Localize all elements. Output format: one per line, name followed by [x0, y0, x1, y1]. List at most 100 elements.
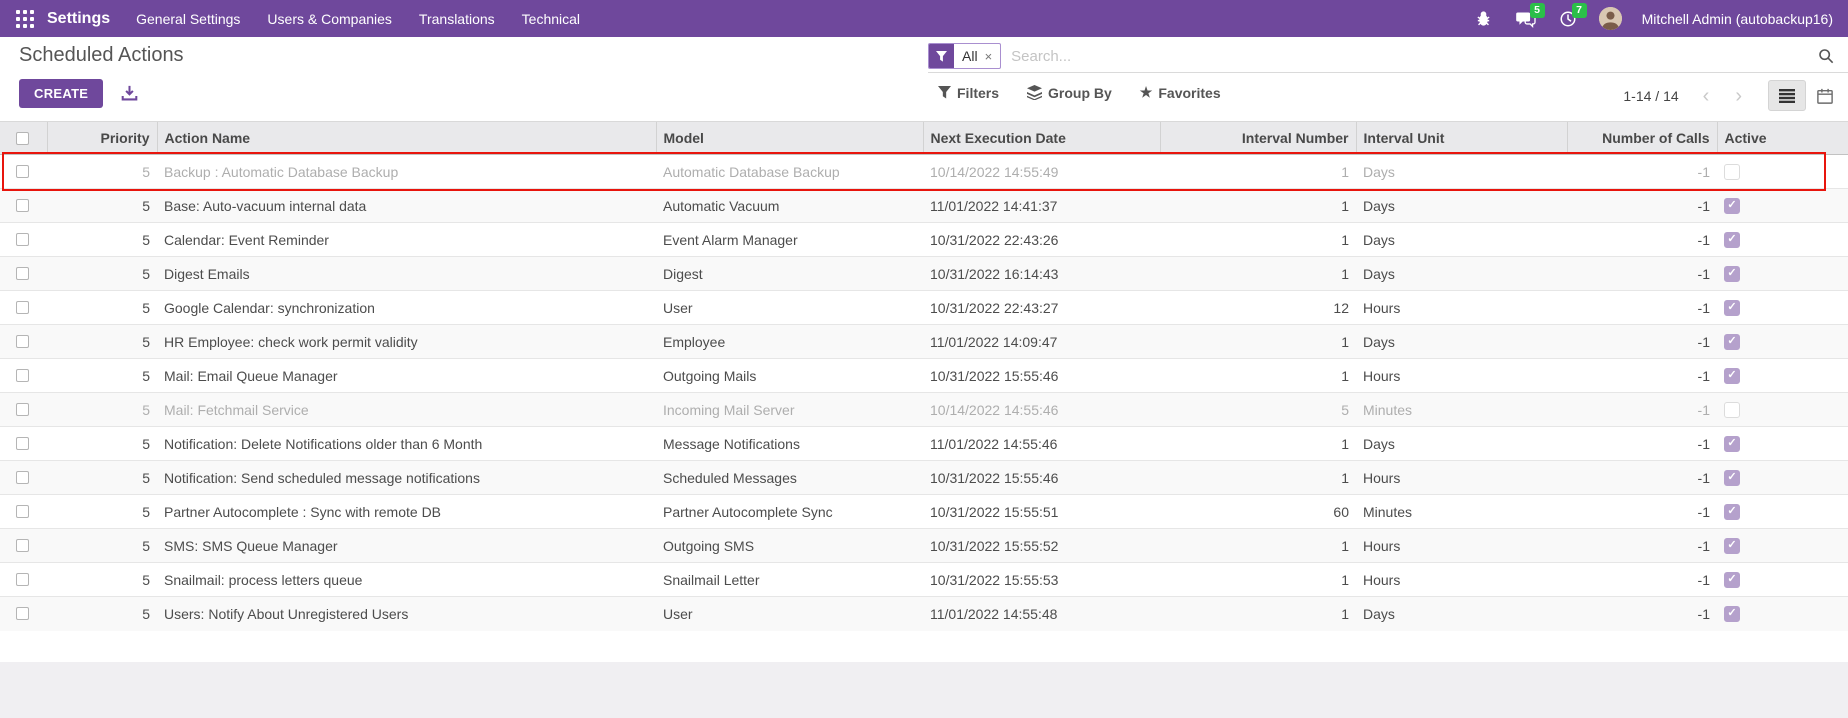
- table-row[interactable]: 5Notification: Send scheduled message no…: [0, 461, 1848, 495]
- table-row[interactable]: 5Backup : Automatic Database BackupAutom…: [0, 155, 1848, 189]
- active-checkbox-checked[interactable]: ✓: [1724, 606, 1740, 622]
- cell-interval-number: 1: [1160, 257, 1356, 291]
- row-checkbox[interactable]: [16, 199, 29, 212]
- cell-action-name: Snailmail: process letters queue: [157, 563, 656, 597]
- table-row[interactable]: 5Notification: Delete Notifications olde…: [0, 427, 1848, 461]
- row-checkbox[interactable]: [16, 335, 29, 348]
- facet-remove-icon[interactable]: ×: [985, 49, 993, 64]
- row-checkbox[interactable]: [16, 607, 29, 620]
- table-row[interactable]: 5Calendar: Event ReminderEvent Alarm Man…: [0, 223, 1848, 257]
- cell-priority: 5: [47, 189, 157, 223]
- checkmark-icon: ✓: [1727, 574, 1736, 585]
- cell-interval-number: 5: [1160, 393, 1356, 427]
- row-checkbox[interactable]: [16, 505, 29, 518]
- select-all-checkbox[interactable]: [16, 132, 29, 145]
- user-menu[interactable]: Mitchell Admin (autobackup16): [1642, 11, 1833, 27]
- cell-model: Automatic Database Backup: [656, 155, 923, 189]
- column-header-number-of-calls[interactable]: Number of Calls: [1567, 122, 1717, 155]
- row-checkbox[interactable]: [16, 267, 29, 280]
- checkmark-icon: ✓: [1727, 370, 1736, 381]
- row-checkbox[interactable]: [16, 165, 29, 178]
- active-checkbox-unchecked[interactable]: ✓: [1724, 164, 1740, 180]
- table-header-row: PriorityAction NameModelNext Execution D…: [0, 122, 1848, 155]
- nav-menu-item-general-settings[interactable]: General Settings: [136, 11, 240, 27]
- active-checkbox-checked[interactable]: ✓: [1724, 504, 1740, 520]
- active-checkbox-checked[interactable]: ✓: [1724, 538, 1740, 554]
- user-avatar[interactable]: [1599, 7, 1622, 30]
- table-row[interactable]: 5Digest EmailsDigest10/31/2022 16:14:431…: [0, 257, 1848, 291]
- active-checkbox-checked[interactable]: ✓: [1724, 198, 1740, 214]
- pager-previous-icon[interactable]: ‹: [1695, 86, 1718, 106]
- column-header-action-name[interactable]: Action Name: [157, 122, 656, 155]
- row-checkbox[interactable]: [16, 233, 29, 246]
- column-header-model[interactable]: Model: [656, 122, 923, 155]
- search-input[interactable]: [1011, 48, 1808, 65]
- cell-interval-unit: Days: [1356, 257, 1567, 291]
- search-icon[interactable]: [1818, 48, 1834, 69]
- nav-menu-item-translations[interactable]: Translations: [419, 11, 495, 27]
- column-header-interval-number[interactable]: Interval Number: [1160, 122, 1356, 155]
- row-checkbox[interactable]: [16, 437, 29, 450]
- filter-facet-icon-box: [929, 44, 954, 68]
- active-checkbox-checked[interactable]: ✓: [1724, 572, 1740, 588]
- cell-active: ✓: [1717, 495, 1848, 529]
- messages-icon[interactable]: 5: [1515, 8, 1537, 30]
- action-buttons: CREATE: [19, 79, 138, 108]
- export-download-icon[interactable]: [121, 85, 138, 102]
- active-checkbox-unchecked[interactable]: ✓: [1724, 402, 1740, 418]
- table-row[interactable]: 5Google Calendar: synchronizationUser10/…: [0, 291, 1848, 325]
- row-checkbox[interactable]: [16, 403, 29, 416]
- cell-active: ✓: [1717, 359, 1848, 393]
- row-checkbox[interactable]: [16, 539, 29, 552]
- nav-menu-item-technical[interactable]: Technical: [522, 11, 580, 27]
- cell-next-execution-date: 10/31/2022 15:55:46: [923, 359, 1160, 393]
- active-checkbox-checked[interactable]: ✓: [1724, 368, 1740, 384]
- active-checkbox-checked[interactable]: ✓: [1724, 334, 1740, 350]
- table-row[interactable]: 5Users: Notify About Unregistered UsersU…: [0, 597, 1848, 631]
- create-button[interactable]: CREATE: [19, 79, 103, 108]
- list-view-button[interactable]: [1768, 80, 1806, 111]
- debug-bug-icon[interactable]: [1473, 8, 1495, 30]
- column-header-next-execution-date[interactable]: Next Execution Date: [923, 122, 1160, 155]
- column-header-priority[interactable]: Priority: [47, 122, 157, 155]
- cell-next-execution-date: 10/31/2022 15:55:51: [923, 495, 1160, 529]
- nav-menu-item-users-companies[interactable]: Users & Companies: [267, 11, 392, 27]
- table-row[interactable]: 5SMS: SMS Queue ManagerOutgoing SMS10/31…: [0, 529, 1848, 563]
- active-checkbox-checked[interactable]: ✓: [1724, 300, 1740, 316]
- column-header-interval-unit[interactable]: Interval Unit: [1356, 122, 1567, 155]
- table-row[interactable]: 5Mail: Fetchmail ServiceIncoming Mail Se…: [0, 393, 1848, 427]
- table-row[interactable]: 5Mail: Email Queue ManagerOutgoing Mails…: [0, 359, 1848, 393]
- table-row[interactable]: 5Base: Auto-vacuum internal dataAutomati…: [0, 189, 1848, 223]
- row-checkbox[interactable]: [16, 471, 29, 484]
- table-row[interactable]: 5Snailmail: process letters queueSnailma…: [0, 563, 1848, 597]
- favorites-button[interactable]: ★ Favorites: [1140, 84, 1221, 101]
- row-select-cell: [0, 359, 47, 393]
- row-checkbox[interactable]: [16, 573, 29, 586]
- app-name[interactable]: Settings: [47, 10, 110, 28]
- active-checkbox-checked[interactable]: ✓: [1724, 232, 1740, 248]
- filter-icon: [936, 51, 947, 62]
- cell-priority: 5: [47, 359, 157, 393]
- checkmark-icon: ✓: [1727, 472, 1736, 483]
- cell-number-of-calls: -1: [1567, 393, 1717, 427]
- column-header-active[interactable]: Active: [1717, 122, 1848, 155]
- active-checkbox-checked[interactable]: ✓: [1724, 266, 1740, 282]
- group-by-button[interactable]: Group By: [1027, 85, 1112, 101]
- activities-badge: 7: [1572, 3, 1587, 18]
- active-checkbox-checked[interactable]: ✓: [1724, 436, 1740, 452]
- checkmark-icon: ✓: [1727, 506, 1736, 517]
- active-checkbox-checked[interactable]: ✓: [1724, 470, 1740, 486]
- row-checkbox[interactable]: [16, 369, 29, 382]
- calendar-view-button[interactable]: [1806, 80, 1844, 111]
- search-facet[interactable]: All ×: [928, 43, 1001, 69]
- table-row[interactable]: 5Partner Autocomplete : Sync with remote…: [0, 495, 1848, 529]
- pager-next-icon[interactable]: ›: [1727, 86, 1750, 106]
- activities-clock-icon[interactable]: 7: [1557, 8, 1579, 30]
- apps-grid-icon[interactable]: [15, 9, 35, 29]
- content-background: [0, 662, 1848, 718]
- cell-model: Automatic Vacuum: [656, 189, 923, 223]
- cell-model: Partner Autocomplete Sync: [656, 495, 923, 529]
- filters-button[interactable]: Filters: [938, 85, 999, 101]
- row-checkbox[interactable]: [16, 301, 29, 314]
- table-row[interactable]: 5HR Employee: check work permit validity…: [0, 325, 1848, 359]
